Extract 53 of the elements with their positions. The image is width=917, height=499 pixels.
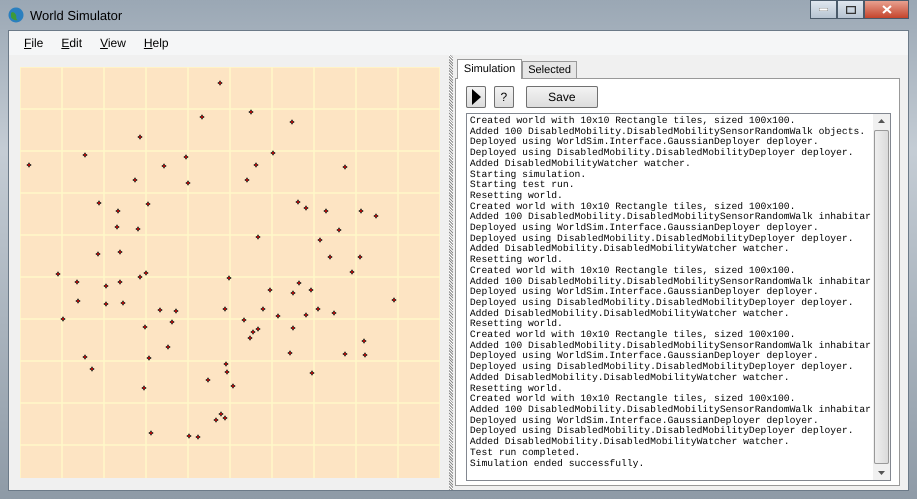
minimize-button[interactable] [810,0,837,19]
log-line: Added 100 DisabledMobility.DisabledMobilitySensorRandomWalk inhabitar [470,404,871,416]
log-line: Created world with 10x10 Rectangle tiles, sized 100x100. [470,266,796,277]
log-line: Deployed using WorldSim.Interface.GaussianDeployer deployer. [470,287,820,298]
log-line: Deployed using DisabledMobility.DisabledMobilityDeployer deployer. [470,298,855,309]
window-title: World Simulator [30,8,122,22]
log-line: Deployed using DisabledMobility.DisabledMobilityDeployer deployer. [470,234,855,244]
log-line: Deployed using WorldSim.Interface.GaussianDeployer deployer. [470,416,820,426]
log-line: Starting test run. [470,180,576,191]
log-line: Resetting world. [470,255,564,266]
close-icon [882,5,892,14]
play-button[interactable] [466,86,486,108]
log-line: Created world with 10x10 Rectangle tiles, sized 100x100. [470,330,796,341]
log-line: Deployed using DisabledMobility.DisabledMobilityDeployer deployer. [470,426,855,437]
log-line: Added 100 DisabledMobility.DisabledMobilitySensorRandomWalk inhabitar [470,340,871,351]
play-icon [470,89,481,105]
log-line: Added DisabledMobility.DisabledMobilityWatcher watcher. [470,437,791,448]
log-line: Starting simulation. [470,170,588,180]
log-line: Added 100 DisabledMobility.DisabledMobilitySensorRandomWalk inhabitar [470,276,871,287]
log-line: Deployed using WorldSim.Interface.GaussianDeployer deployer. [470,223,820,234]
log-line: Added DisabledMobilityWatcher watcher. [470,158,692,170]
log-line: Added DisabledMobility.DisabledMobilityWatcher watcher. [470,308,791,319]
menu-item[interactable]: File [15,34,52,52]
log-line: Simulation ended successfully. [470,458,646,470]
log-line: Created world with 10x10 Rectangle tiles, sized 100x100. [470,116,796,127]
tab[interactable]: Selected [522,61,578,78]
globe-icon [8,7,24,23]
tab[interactable]: Simulation [456,59,522,79]
log-line: Resetting world. [470,384,564,394]
help-button[interactable]: ? [494,86,514,108]
scrollbar-thumb[interactable] [874,130,889,464]
log-line: Deployed using WorldSim.Interface.GaussianDeployer deployer. [470,137,820,148]
log-line: Deployed using DisabledMobility.DisabledMobilityDeployer deployer. [470,362,855,373]
log-textbox[interactable] [466,113,891,481]
log-line: Deployed using DisabledMobility.DisabledMobilityDeployer deployer. [470,148,855,159]
log-line: Added DisabledMobility.DisabledMobilityWatcher watcher. [470,244,791,255]
save-button[interactable]: Save [526,86,598,108]
log-line: Deployed using WorldSim.Interface.GaussianDeployer deployer. [470,351,820,362]
menu-item[interactable]: Edit [52,34,92,52]
maximize-icon [846,6,856,14]
close-button[interactable] [864,0,909,19]
menu-item[interactable]: Help [134,34,178,52]
log-line: Added 100 DisabledMobility.DisabledMobilitySensorRandomWalk objects. [470,126,866,137]
minimize-icon [819,8,828,11]
log-line: Created world with 10x10 Rectangle tiles, sized 100x100. [470,202,796,212]
log-line: Resetting world. [470,190,564,202]
log-line: Added 100 DisabledMobility.DisabledMobilitySensorRandomWalk inhabitar [470,212,871,223]
log-line: Test run completed. [470,448,582,458]
log-line: Resetting world. [470,319,564,330]
log-line: Added DisabledMobility.DisabledMobilityWatcher watcher. [470,372,791,384]
menu-item[interactable]: View [91,34,135,52]
log-line: Created world with 10x10 Rectangle tiles, sized 100x100. [470,394,796,405]
maximize-button[interactable] [837,0,864,19]
